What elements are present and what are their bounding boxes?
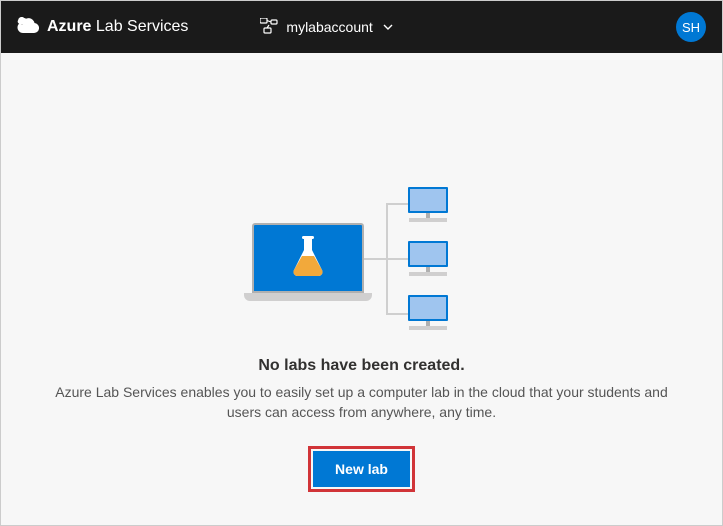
monitor-icon <box>408 241 448 276</box>
account-name: mylabaccount <box>286 19 372 35</box>
new-lab-button[interactable]: New lab <box>313 451 410 487</box>
user-avatar[interactable]: SH <box>676 12 706 42</box>
flask-icon <box>290 234 326 283</box>
monitor-icon <box>408 187 448 222</box>
empty-state-description: Azure Lab Services enables you to easily… <box>42 383 682 422</box>
brand-light: Lab Services <box>96 18 189 35</box>
empty-state-title: No labs have been created. <box>258 357 464 375</box>
laptop-icon <box>252 223 364 301</box>
azure-cloud-icon <box>17 17 39 38</box>
empty-state-illustration <box>252 185 472 335</box>
brand-text: Azure Lab Services <box>47 18 188 36</box>
monitor-icon <box>408 295 448 330</box>
avatar-initials: SH <box>682 20 700 35</box>
resource-group-icon <box>260 18 278 37</box>
main-content: No labs have been created. Azure Lab Ser… <box>1 53 722 492</box>
new-lab-highlight: New lab <box>308 446 415 492</box>
lab-account-switcher[interactable]: mylabaccount <box>260 18 392 37</box>
chevron-down-icon <box>383 22 393 33</box>
global-header: Azure Lab Services mylabaccount SH <box>1 1 722 53</box>
brand[interactable]: Azure Lab Services <box>17 17 188 38</box>
brand-bold: Azure <box>47 18 91 35</box>
